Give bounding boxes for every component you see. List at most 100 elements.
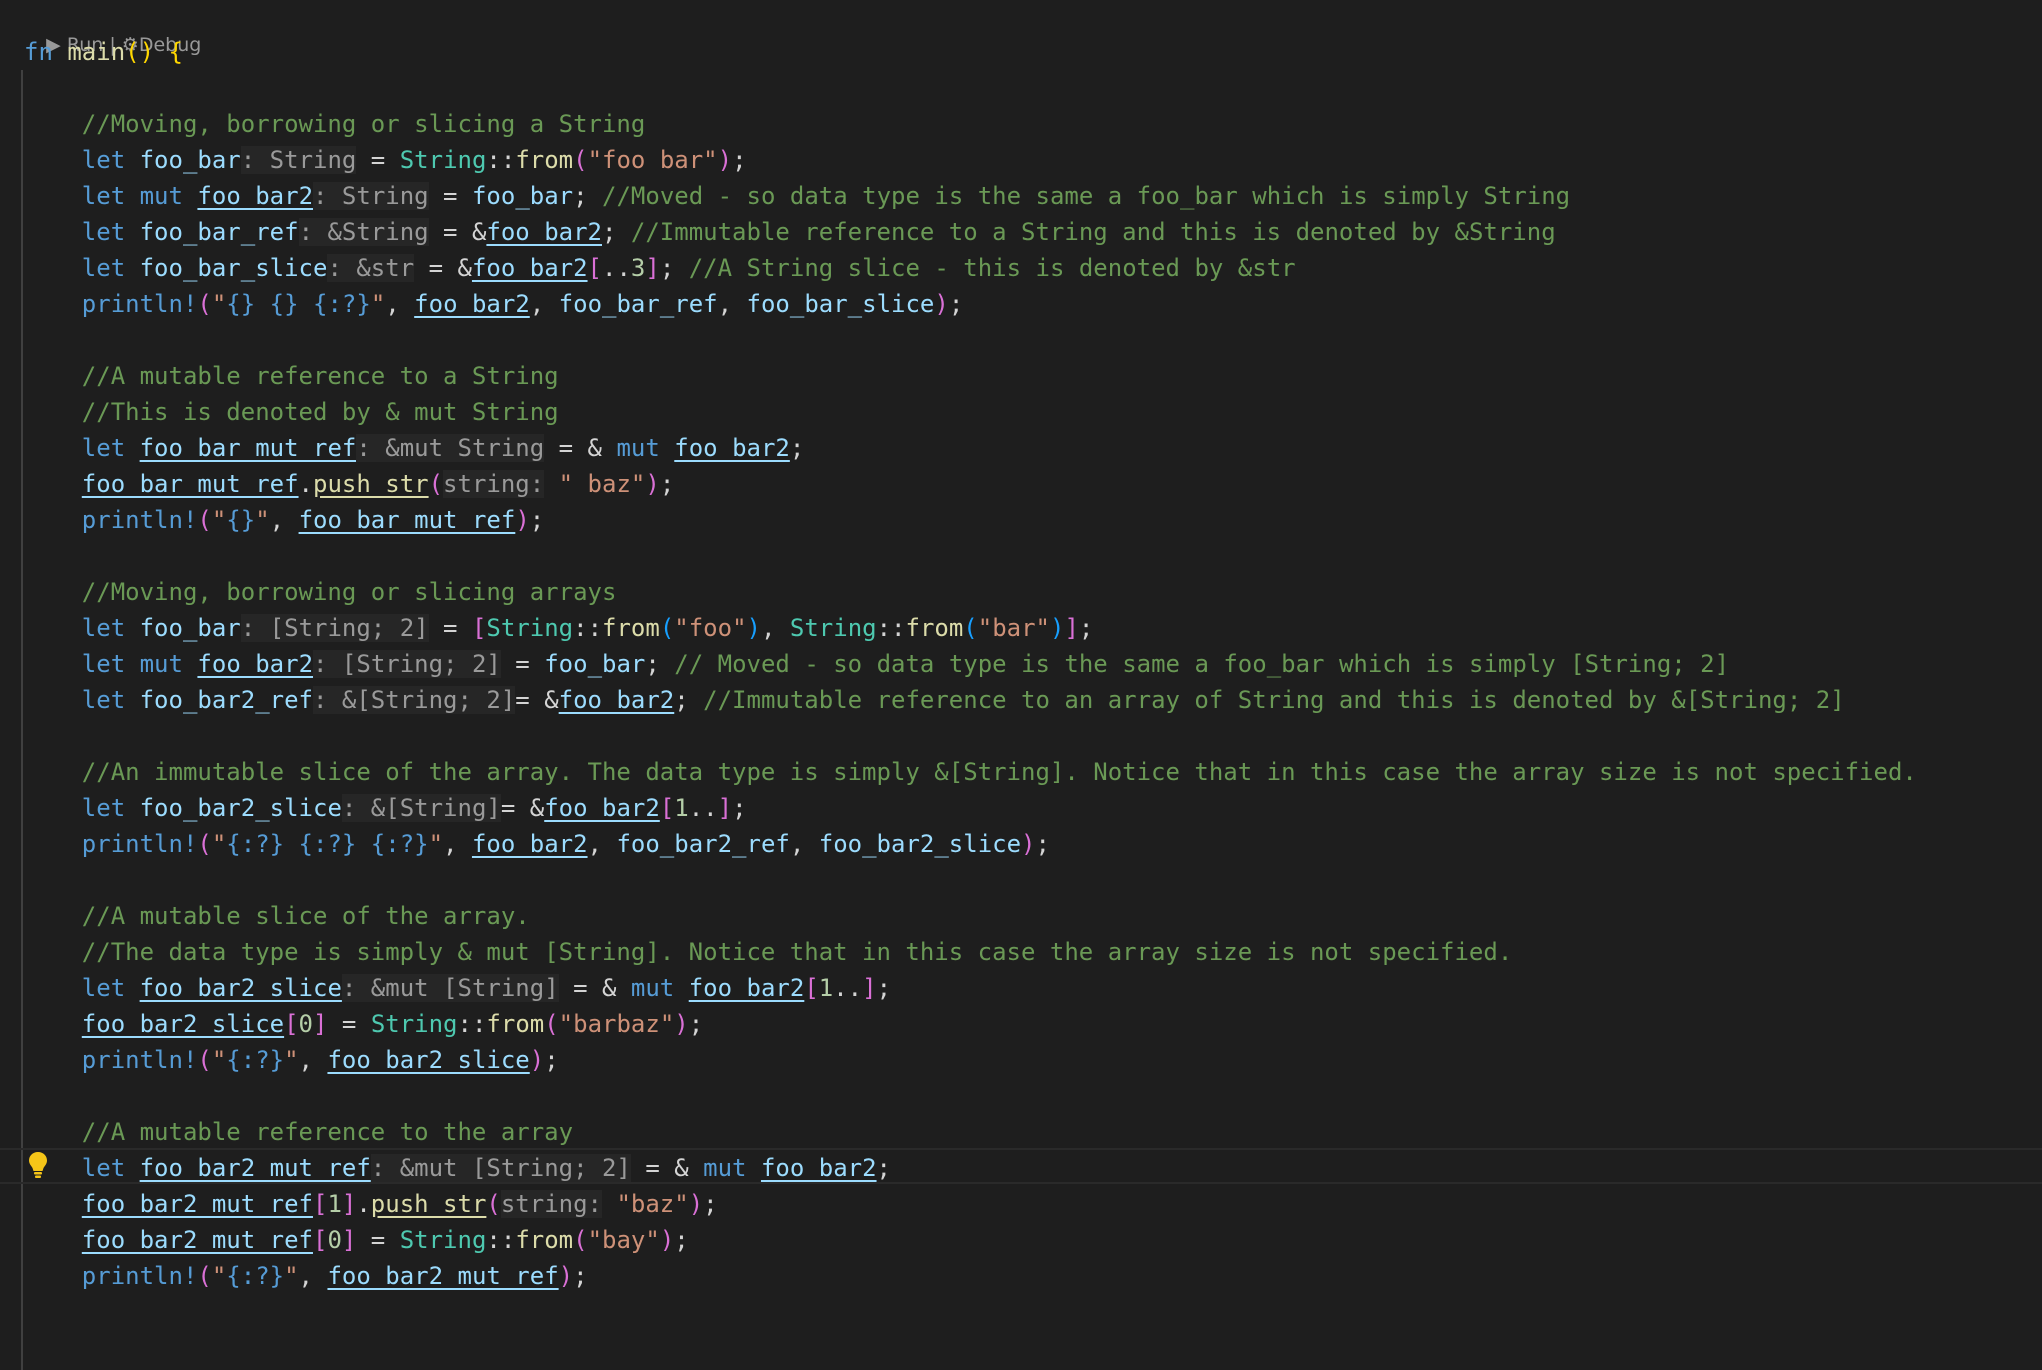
code-token: println!	[81, 830, 198, 858]
code-line[interactable]: fn main() {	[24, 34, 183, 70]
code-line[interactable]: let foo_bar: [String; 2] = [String::from…	[24, 610, 1093, 646]
code-token: //An immutable slice of the array. The d…	[81, 758, 1917, 786]
code-token: //Moving, borrowing or slicing a String	[81, 110, 646, 138]
code-line[interactable]: //Moving, borrowing or slicing a String	[24, 106, 646, 142]
code-token: [	[284, 1010, 299, 1038]
code-token: (	[963, 614, 978, 642]
code-line[interactable]: //A mutable reference to a String	[24, 358, 559, 394]
code-token: "	[211, 506, 227, 534]
code-token: ;	[688, 1010, 704, 1038]
code-line[interactable]: println!("{:?} {:?} {:?}", foo_bar2, foo…	[24, 826, 1050, 862]
code-token: foo_bar2	[197, 182, 314, 210]
code-token: // Moved - so data type is the same a fo…	[674, 650, 1730, 678]
code-token: ;	[659, 254, 689, 282]
code-token: ;	[703, 1190, 718, 1218]
code-token: from	[515, 1226, 574, 1254]
code-token: foo_bar2	[471, 830, 588, 858]
code-token: from	[515, 146, 574, 174]
code-token: 1	[818, 974, 834, 1002]
code-token: let	[81, 794, 126, 822]
code-token: ..	[833, 974, 863, 1002]
lightbulb-icon[interactable]	[28, 1151, 48, 1179]
code-token: 0	[298, 1010, 313, 1038]
code-token: {:?}	[226, 1262, 285, 1290]
code-line[interactable]: //Moving, borrowing or slicing arrays	[24, 574, 617, 610]
code-token: )	[515, 506, 530, 534]
code-token: =	[428, 614, 472, 642]
code-line[interactable]: println!("{:?}", foo_bar2_mut_ref);	[24, 1258, 588, 1294]
code-token: foo_bar2	[544, 794, 660, 822]
code-token: ;	[659, 470, 675, 498]
code-token: ,	[789, 830, 819, 858]
code-token: String	[399, 1226, 487, 1254]
code-line[interactable]: let foo_bar2_slice: &[String]= &foo_bar2…	[24, 790, 747, 826]
codelens: ▶ Run | ⚙Debug	[22, 6, 201, 56]
code-token: ;	[674, 686, 704, 714]
code-line[interactable]: let mut foo_bar2: String = foo_bar; //Mo…	[24, 178, 1570, 214]
code-editor[interactable]: ▶ Run | ⚙Debug fn main() { //Moving, bor…	[0, 0, 2042, 1370]
code-line[interactable]: //A mutable reference to the array	[24, 1114, 573, 1150]
code-token: : String	[240, 146, 357, 174]
code-line[interactable]: foo_bar2_mut_ref[1].push_str(string: "ba…	[24, 1186, 718, 1222]
code-token: string:	[443, 470, 545, 498]
code-token: "	[284, 1262, 299, 1290]
code-line[interactable]: println!("{}", foo_bar_mut_ref);	[24, 502, 544, 538]
code-line[interactable]: //This is denoted by & mut String	[24, 394, 559, 430]
code-token: =	[327, 1010, 371, 1038]
code-line[interactable]: let foo_bar: String = String::from("foo …	[24, 142, 747, 178]
code-line[interactable]: let mut foo_bar2: [String; 2] = foo_bar;…	[24, 646, 1729, 682]
code-line[interactable]: println!("{} {} {:?}", foo_bar2, foo_bar…	[24, 286, 963, 322]
code-line[interactable]: //The data type is simply & mut [String]…	[24, 934, 1512, 970]
code-token: [	[312, 1226, 328, 1254]
code-token: //A mutable reference to a String	[81, 362, 559, 390]
code-token: foo_bar2_slice	[139, 974, 342, 1002]
code-token: (	[197, 1262, 212, 1290]
code-line[interactable]: let foo_bar_mut_ref: &mut String = & mut…	[24, 430, 804, 466]
code-token: push_str	[370, 1190, 487, 1218]
code-line[interactable]: //A mutable slice of the array.	[24, 898, 530, 934]
code-line[interactable]: //An immutable slice of the array. The d…	[24, 754, 1917, 790]
code-token: ;	[732, 794, 747, 822]
code-token: 1	[674, 794, 689, 822]
code-line[interactable]: foo_bar_mut_ref.push_str(string: " baz")…	[24, 466, 674, 502]
code-token: from	[905, 614, 964, 642]
code-token: ::	[486, 1226, 516, 1254]
code-token: foo_bar2_slice	[81, 1010, 285, 1038]
code-token: )	[688, 1190, 704, 1218]
code-token: ,	[529, 290, 559, 318]
code-token: ;	[1078, 614, 1094, 642]
code-line[interactable]: let foo_bar_ref: &String = &foo_bar2; //…	[24, 214, 1556, 250]
code-token: "	[284, 1046, 299, 1074]
code-line[interactable]: let foo_bar_slice: &str = &foo_bar2[..3]…	[24, 250, 1296, 286]
code-token: (	[197, 290, 212, 318]
code-token: {:?}	[226, 830, 285, 858]
code-token: let	[81, 146, 126, 174]
code-token: main	[67, 38, 126, 66]
code-token: [	[804, 974, 819, 1002]
code-token: )	[1021, 830, 1036, 858]
code-token: ;	[876, 974, 892, 1002]
code-token: {	[168, 38, 183, 66]
code-token: ;	[876, 1154, 891, 1182]
code-token: )	[558, 1262, 574, 1290]
code-token: mut	[630, 974, 675, 1002]
code-line[interactable]: foo_bar2_slice[0] = String::from("barbaz…	[24, 1006, 703, 1042]
code-line[interactable]: foo_bar2_mut_ref[0] = String::from("bay"…	[24, 1222, 689, 1258]
code-token: : &[String; 2]	[313, 686, 516, 714]
code-line[interactable]: let foo_bar2_slice: &mut [String] = & mu…	[24, 970, 891, 1006]
code-token: //This is denoted by & mut String	[81, 398, 559, 426]
code-token: foo_bar	[471, 182, 574, 210]
code-token: ,	[298, 1262, 328, 1290]
code-line[interactable]: let foo_bar2_mut_ref: &mut [String; 2] =…	[24, 1150, 891, 1186]
code-line[interactable]: println!("{:?}", foo_bar2_slice);	[24, 1042, 559, 1078]
code-line[interactable]: let foo_bar2_ref: &[String; 2]= &foo_bar…	[24, 682, 1845, 718]
